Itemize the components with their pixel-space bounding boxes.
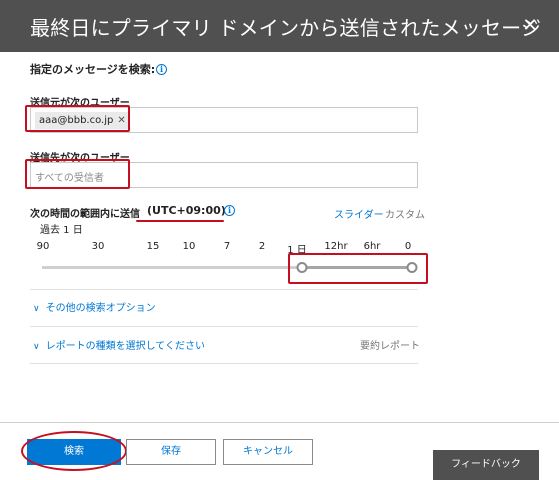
dialog-title: 最終日にプライマリ ドメインから送信されたメッセージ: [30, 16, 542, 40]
slider-tick-label: 12hr: [324, 241, 348, 252]
highlight-box-slider: [288, 253, 428, 284]
slider-tick-label: 6hr: [363, 241, 381, 252]
slider-tick-label: 2: [258, 241, 266, 252]
slider-tick-label: 90: [36, 241, 50, 252]
highlight-ellipse-search: [21, 431, 127, 471]
footer-divider: [0, 422, 559, 423]
slider-tick-label: 7: [223, 241, 231, 252]
chevron-down-icon: ∨: [33, 304, 40, 314]
chevron-down-icon: ∨: [33, 342, 40, 352]
divider: [30, 363, 418, 364]
range-caption: 過去 1 日: [40, 225, 83, 236]
report-type-value: 要約レポート: [360, 341, 420, 352]
more-search-options-label: その他の検索オプション: [45, 303, 156, 314]
dialog-header: 最終日にプライマリ ドメインから送信されたメッセージ ✕: [0, 0, 559, 52]
slider-tick-label: 30: [91, 241, 105, 252]
divider: [30, 289, 418, 290]
slider-tick-label: 0: [404, 241, 412, 252]
slider-tick-label: 10: [182, 241, 196, 252]
report-type-label: レポートの種類を選択してください: [45, 341, 205, 352]
cancel-button[interactable]: キャンセル: [223, 439, 313, 465]
save-button[interactable]: 保存: [126, 439, 216, 465]
divider: [30, 326, 418, 327]
tab-custom[interactable]: カスタム: [385, 206, 425, 221]
timezone-underline: [136, 220, 224, 222]
highlight-box-sender: [25, 105, 130, 132]
highlight-box-recipient: [25, 159, 130, 189]
tab-slider[interactable]: スライダー: [334, 206, 384, 221]
report-type-expander[interactable]: ∨ レポートの種類を選択してください: [33, 337, 205, 352]
time-range-label: 次の時間の範囲内に送信: [30, 209, 140, 220]
info-icon[interactable]: i: [224, 205, 235, 216]
close-icon[interactable]: ✕: [520, 16, 540, 36]
more-search-options-expander[interactable]: ∨ その他の検索オプション: [33, 299, 156, 314]
feedback-button[interactable]: フィードバック: [433, 450, 539, 480]
info-icon[interactable]: i: [156, 64, 167, 75]
search-criteria-heading: 指定のメッセージを検索:: [30, 63, 156, 76]
timezone-label: (UTC+09:00): [147, 204, 226, 217]
slider-tick-label: 15: [146, 241, 160, 252]
